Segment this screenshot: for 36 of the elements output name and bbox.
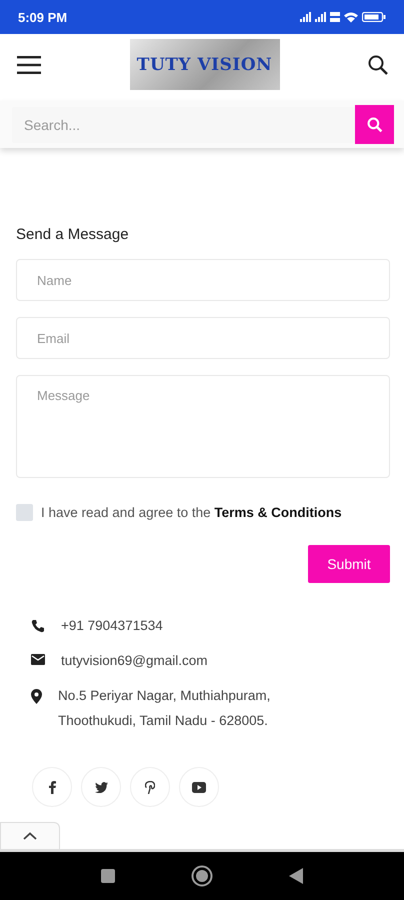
contact-text: tutyvision69@gmail.com: [61, 652, 208, 670]
youtube-icon: [192, 782, 206, 792]
wifi-icon: [344, 12, 358, 22]
chevron-up-icon: [23, 832, 37, 840]
search-icon[interactable]: [368, 54, 388, 74]
status-time: 5:09 PM: [18, 10, 68, 24]
volte-icon: [330, 12, 340, 22]
bird-icon: [94, 782, 108, 792]
message-field[interactable]: Message: [16, 375, 390, 478]
logo[interactable]: TUTY VISION: [130, 39, 280, 90]
signal-icon: [315, 12, 326, 22]
agreement-label: I have read and agree to the Terms & Conditions: [41, 505, 342, 520]
menu-icon[interactable]: [17, 56, 41, 74]
contact-text: No.5 Periyar Nagar, Muthiahpuram, Thoothukudi, Tamil Nadu - 628005.: [58, 687, 272, 730]
social-button[interactable]: [130, 767, 170, 807]
envelope-icon: [31, 654, 45, 665]
submit-button[interactable]: Submit: [308, 545, 390, 583]
back-icon[interactable]: [289, 868, 303, 884]
facebook-icon: [48, 780, 56, 794]
signal-icon: [300, 12, 311, 22]
contact-text: +91 7904371534: [61, 617, 163, 635]
battery-icon: [362, 12, 386, 22]
phone-icon: [31, 619, 45, 633]
form-title: Send a Message: [16, 226, 130, 243]
home-icon[interactable]: [191, 865, 213, 887]
pinterest-icon: [145, 780, 155, 794]
social-button[interactable]: [81, 767, 121, 807]
search-icon: [366, 116, 382, 132]
social-button[interactable]: [32, 767, 72, 807]
input-field[interactable]: Name: [16, 259, 390, 301]
search-bar[interactable]: Search...: [0, 101, 404, 148]
map-pin-icon: [31, 689, 42, 704]
input-field[interactable]: Email: [16, 317, 390, 359]
search-button[interactable]: [355, 105, 394, 144]
checkbox[interactable]: [16, 504, 33, 521]
social-button[interactable]: [179, 767, 219, 807]
